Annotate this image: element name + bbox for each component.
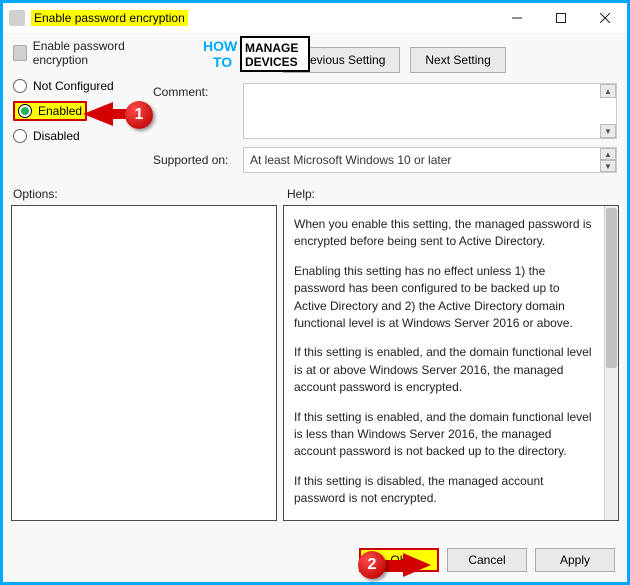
scroll-up-icon[interactable]: ▲: [600, 84, 616, 98]
scrollbar-thumb[interactable]: [606, 208, 617, 368]
radio-icon: [18, 104, 32, 118]
scroll-down-icon[interactable]: ▼: [600, 124, 616, 138]
radio-not-configured[interactable]: Not Configured: [13, 79, 143, 93]
ok-button[interactable]: OK: [359, 548, 439, 572]
window-title: Enable password encryption: [31, 10, 188, 26]
next-setting-button[interactable]: Next Setting: [410, 47, 505, 73]
radio-label: Disabled: [33, 129, 80, 143]
scroll-up-icon[interactable]: ▲: [600, 148, 616, 160]
apply-button[interactable]: Apply: [535, 548, 615, 572]
close-button[interactable]: [583, 3, 627, 33]
options-panel: [11, 205, 277, 521]
help-scrollbar[interactable]: [604, 206, 618, 520]
help-paragraph: If this setting is enabled, and the doma…: [294, 409, 594, 461]
help-text[interactable]: When you enable this setting, the manage…: [284, 206, 604, 520]
radio-label: Not Configured: [33, 79, 114, 93]
radio-enabled[interactable]: Enabled: [13, 101, 143, 121]
help-label: Help:: [287, 187, 315, 201]
policy-header-icon: [13, 45, 27, 61]
supported-on-label: Supported on:: [153, 153, 243, 167]
minimize-button[interactable]: [495, 3, 539, 33]
options-label: Options:: [13, 187, 279, 201]
supported-on-text: At least Microsoft Windows 10 or later: [250, 153, 451, 167]
supported-on-box: At least Microsoft Windows 10 or later ▲…: [243, 147, 617, 173]
help-paragraph: Enabling this setting has no effect unle…: [294, 263, 594, 333]
help-paragraph: This setting will default to enabled if …: [294, 519, 594, 520]
radio-icon: [13, 79, 27, 93]
policy-icon: [9, 10, 25, 26]
help-paragraph: When you enable this setting, the manage…: [294, 216, 594, 251]
radio-icon: [13, 129, 27, 143]
radio-label: Enabled: [38, 104, 82, 118]
help-panel: When you enable this setting, the manage…: [283, 205, 619, 521]
comment-textarea[interactable]: ▲ ▼: [243, 83, 617, 139]
cancel-button[interactable]: Cancel: [447, 548, 527, 572]
scroll-down-icon[interactable]: ▼: [600, 160, 616, 172]
state-radio-group: Not Configured Enabled Disabled: [13, 79, 143, 143]
previous-setting-button[interactable]: Previous Setting: [283, 47, 400, 73]
title-bar: Enable password encryption: [3, 3, 627, 33]
policy-header-label: Enable password encryption: [33, 39, 143, 67]
radio-disabled[interactable]: Disabled: [13, 129, 143, 143]
maximize-button[interactable]: [539, 3, 583, 33]
help-paragraph: If this setting is disabled, the managed…: [294, 473, 594, 508]
help-paragraph: If this setting is enabled, and the doma…: [294, 344, 594, 396]
comment-label: Comment:: [153, 83, 243, 139]
